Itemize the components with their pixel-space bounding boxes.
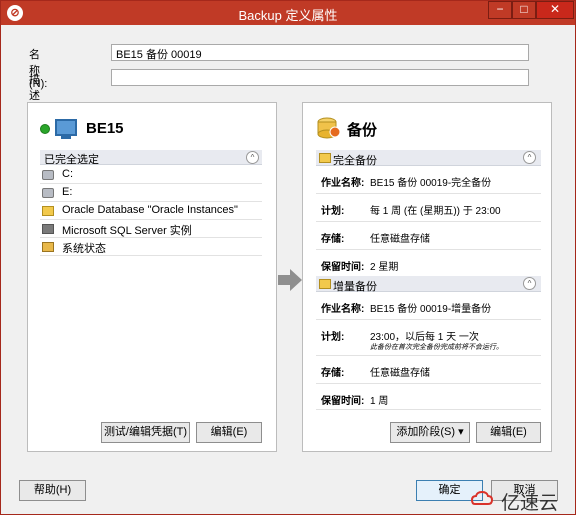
drive-icon [42,188,54,198]
help-button[interactable]: 帮助(H) [19,480,86,501]
incremental-backup-stage: 增量备份 ^ 作业名称: BE15 备份 00019-增量备份 计划: 23:0… [316,276,541,410]
full-retention-row: 保留时间: 2 星期 [316,250,541,277]
test-edit-credentials-button[interactable]: 测试/编辑凭据(T) [101,422,190,443]
computer-icon [55,119,77,136]
edit-backup-button[interactable]: 编辑(E) [476,422,541,443]
collapse-icon[interactable]: ^ [246,151,259,164]
full-backup-header[interactable]: 完全备份 ^ [316,150,541,167]
description-input[interactable] [111,69,529,86]
incremental-backup-header[interactable]: 增量备份 ^ [316,276,541,293]
full-schedule-row: 计划: 每 1 周 (在 (星期五)) 于 23:00 [316,194,541,222]
selection-item-oracle[interactable]: Oracle Database "Oracle Instances" [40,202,262,220]
minimize-button[interactable]: − [488,1,512,19]
backup-title: 备份 [347,122,378,139]
sql-server-icon [42,224,54,234]
drive-icon [42,170,54,180]
backup-database-icon [317,117,341,139]
full-backup-stage: 完全备份 ^ 作业名称: BE15 备份 00019-完全备份 计划: 每 1 … [316,150,541,277]
system-state-icon [42,242,54,252]
incremental-retention-row: 保留时间: 1 周 [316,384,541,410]
cloud-logo-icon [471,490,493,505]
full-backup-icon [319,153,331,163]
incremental-job-name-row: 作业名称: BE15 备份 00019-增量备份 [316,292,541,320]
maximize-button[interactable]: □ [512,1,536,19]
selections-panel: BE15 已完全选定 ^ C: E: Oracle Database "Orac… [27,102,277,452]
arrow-right-icon [278,269,302,291]
selection-item-system-state[interactable]: 系统状态 [40,238,262,256]
oracle-icon [42,206,54,216]
incremental-schedule-row: 计划: 23:00，以后每 1 天 一次 此备份在首次完全备份完成前将不会运行。 [316,320,541,356]
full-storage-row: 存储: 任意磁盘存储 [316,222,541,250]
incremental-storage-row: 存储: 任意磁盘存储 [316,356,541,384]
collapse-icon[interactable]: ^ [523,151,536,164]
name-input[interactable]: BE15 备份 00019 [111,44,529,61]
selection-item-sql[interactable]: Microsoft SQL Server 实例 [40,220,262,238]
section-title: 已完全选定 [44,154,99,166]
close-button[interactable]: ✕ [536,1,574,19]
selection-item-c[interactable]: C: [40,166,262,184]
schedule-note: 此备份在首次完全备份完成前将不会运行。 [370,344,503,351]
title-bar: ⊘ Backup 定义属性 − □ ✕ [1,1,575,25]
dialog-window: ⊘ Backup 定义属性 − □ ✕ 名称(N): BE15 备份 00019… [0,0,576,515]
selection-section-header[interactable]: 已完全选定 ^ [40,150,262,166]
selection-item-e[interactable]: E: [40,184,262,202]
minimize-icon: − [496,2,504,16]
incremental-backup-icon [319,279,331,289]
edit-selections-button[interactable]: 编辑(E) [196,422,262,443]
backup-panel: 备份 完全备份 ^ 作业名称: BE15 备份 00019-完全备份 计划: 每… [302,102,552,452]
add-stage-dropdown[interactable]: 添加阶段(S) ▾ [390,422,470,443]
collapse-icon[interactable]: ^ [523,277,536,290]
watermark-text: 亿速云 [501,493,559,514]
full-job-name-row: 作业名称: BE15 备份 00019-完全备份 [316,166,541,194]
close-icon: ✕ [549,2,561,16]
server-name: BE15 [86,120,124,137]
maximize-icon: □ [520,2,528,16]
online-status-icon [40,124,50,134]
